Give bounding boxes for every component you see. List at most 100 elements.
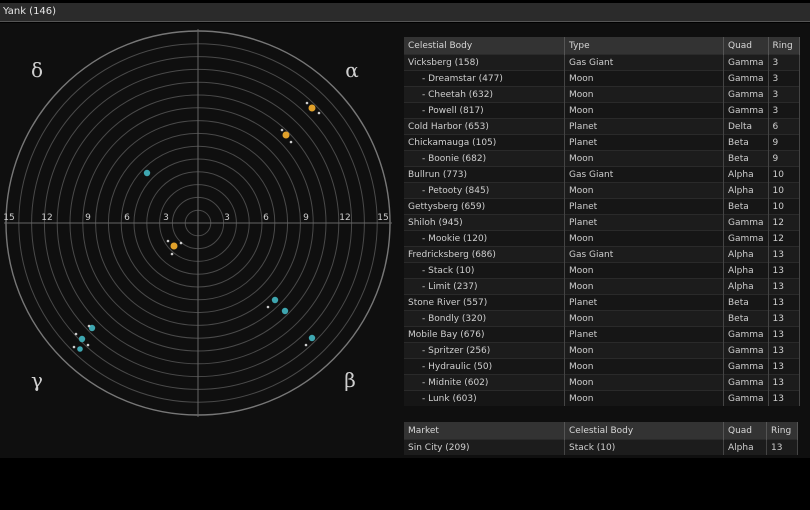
moon-dot[interactable]	[74, 332, 78, 336]
celestial-body-type: Planet	[564, 198, 724, 215]
celestial-body-name: - Limit (237)	[404, 278, 565, 295]
moon-dot[interactable]	[289, 140, 293, 144]
market-row[interactable]: Sin City (209) Stack (10) Alpha 13	[404, 439, 798, 455]
celestial-body-quad: Gamma	[723, 374, 769, 391]
celestial-body-ring: 10	[768, 182, 800, 199]
radar-markers[interactable]	[72, 101, 321, 352]
col-type[interactable]: Type	[564, 37, 724, 55]
celestial-body-table: Celestial Body Type Quad Ring Vicksberg …	[404, 37, 800, 406]
celestial-body-quad: Beta	[723, 310, 769, 327]
celestial-body-row[interactable]: Vicksberg (158) Gas Giant Gamma 3	[404, 54, 800, 71]
celestial-body-row[interactable]: Shiloh (945) Planet Gamma 12	[404, 214, 800, 231]
celestial-body-row[interactable]: - Lunk (603) Moon Gamma 13	[404, 390, 800, 406]
moon-marker[interactable]	[308, 334, 316, 342]
quadrant-gamma-label: γ	[31, 368, 43, 392]
celestial-body-ring: 13	[768, 326, 800, 343]
celestial-body-row[interactable]: - Powell (817) Moon Gamma 3	[404, 102, 800, 119]
celestial-body-ring: 10	[768, 166, 800, 183]
celestial-body-quad: Alpha	[723, 246, 769, 263]
celestial-body-name: - Mookie (120)	[404, 230, 565, 247]
radar-map[interactable]: 15 12 9 6 3 3 6 9 12 15 δ α γ β	[0, 23, 400, 458]
quadrant-beta-label: β	[344, 368, 356, 392]
celestial-body-type: Moon	[564, 278, 724, 295]
moon-dot[interactable]	[317, 111, 321, 115]
celestial-body-row[interactable]: - Bondly (320) Moon Beta 13	[404, 310, 800, 327]
moon-marker[interactable]	[281, 307, 289, 315]
planet-marker[interactable]	[308, 104, 316, 112]
celestial-body-name: - Midnite (602)	[404, 374, 565, 391]
celestial-body-ring: 13	[768, 390, 800, 406]
planet-marker[interactable]	[170, 242, 178, 250]
col-market[interactable]: Market	[404, 422, 565, 440]
window-title: Yank (146)	[3, 6, 57, 17]
celestial-body-row[interactable]: - Boonie (682) Moon Beta 9	[404, 150, 800, 167]
col-market-celestial-body[interactable]: Celestial Body	[564, 422, 724, 440]
celestial-body-ring: 3	[768, 70, 800, 87]
moon-dot[interactable]	[266, 305, 270, 309]
moon-dot[interactable]	[170, 252, 174, 256]
radar-tick-label: 9	[303, 213, 309, 223]
celestial-body-type: Planet	[564, 134, 724, 151]
radar-tick-label: 12	[41, 213, 52, 223]
radar-tick-label: 6	[263, 213, 269, 223]
celestial-body-row[interactable]: Stone River (557) Planet Beta 13	[404, 294, 800, 311]
moon-dot[interactable]	[72, 345, 76, 349]
celestial-body-row[interactable]: Mobile Bay (676) Planet Gamma 13	[404, 326, 800, 343]
celestial-body-type: Moon	[564, 342, 724, 359]
celestial-body-row[interactable]: Cold Harbor (653) Planet Delta 6	[404, 118, 800, 135]
col-quad[interactable]: Quad	[723, 37, 769, 55]
moon-marker[interactable]	[77, 346, 83, 352]
moon-dot[interactable]	[305, 101, 309, 105]
moon-dot[interactable]	[87, 324, 91, 328]
planet-marker[interactable]	[282, 131, 290, 139]
celestial-body-row[interactable]: - Spritzer (256) Moon Gamma 13	[404, 342, 800, 359]
market-ring: 13	[766, 439, 798, 455]
celestial-body-row[interactable]: - Cheetah (632) Moon Gamma 3	[404, 86, 800, 103]
moon-dot[interactable]	[304, 343, 308, 347]
market-quad: Alpha	[723, 439, 767, 455]
celestial-body-row[interactable]: - Dreamstar (477) Moon Gamma 3	[404, 70, 800, 87]
celestial-body-ring: 13	[768, 278, 800, 295]
market-table: Market Celestial Body Quad Ring Sin City…	[404, 422, 798, 455]
celestial-body-name: Stone River (557)	[404, 294, 565, 311]
celestial-body-row[interactable]: - Hydraulic (50) Moon Gamma 13	[404, 358, 800, 375]
moon-marker[interactable]	[271, 296, 279, 304]
celestial-body-type: Moon	[564, 102, 724, 119]
col-celestial-body[interactable]: Celestial Body	[404, 37, 565, 55]
col-market-quad[interactable]: Quad	[723, 422, 767, 440]
celestial-body-ring: 13	[768, 294, 800, 311]
col-ring[interactable]: Ring	[768, 37, 800, 55]
celestial-body-ring: 9	[768, 150, 800, 167]
celestial-body-row[interactable]: Fredricksberg (686) Gas Giant Alpha 13	[404, 246, 800, 263]
moon-dot[interactable]	[166, 239, 170, 243]
celestial-body-row[interactable]: - Mookie (120) Moon Gamma 12	[404, 230, 800, 247]
celestial-body-type: Planet	[564, 326, 724, 343]
celestial-body-row[interactable]: Chickamauga (105) Planet Beta 9	[404, 134, 800, 151]
moon-dot[interactable]	[280, 128, 284, 132]
celestial-body-type: Planet	[564, 294, 724, 311]
moon-dot[interactable]	[179, 241, 183, 245]
moon-marker[interactable]	[78, 335, 86, 343]
celestial-body-type: Moon	[564, 150, 724, 167]
celestial-body-type: Moon	[564, 182, 724, 199]
radar-tick-label: 15	[3, 213, 14, 223]
celestial-body-type: Moon	[564, 390, 724, 406]
celestial-body-row[interactable]: - Midnite (602) Moon Gamma 13	[404, 374, 800, 391]
celestial-body-row[interactable]: - Stack (10) Moon Alpha 13	[404, 262, 800, 279]
celestial-body-type: Planet	[564, 118, 724, 135]
col-market-ring[interactable]: Ring	[766, 422, 798, 440]
celestial-body-ring: 13	[768, 310, 800, 327]
celestial-body-row[interactable]: Gettysberg (659) Planet Beta 10	[404, 198, 800, 215]
moon-dot[interactable]	[86, 343, 90, 347]
celestial-body-row[interactable]: - Limit (237) Moon Alpha 13	[404, 278, 800, 295]
celestial-body-row[interactable]: Bullrun (773) Gas Giant Alpha 10	[404, 166, 800, 183]
celestial-body-quad: Gamma	[723, 342, 769, 359]
celestial-body-row[interactable]: - Petooty (845) Moon Alpha 10	[404, 182, 800, 199]
celestial-body-quad: Gamma	[723, 54, 769, 71]
celestial-body-name: Bullrun (773)	[404, 166, 565, 183]
celestial-body-quad: Beta	[723, 294, 769, 311]
moon-marker[interactable]	[143, 169, 151, 177]
celestial-body-ring: 3	[768, 54, 800, 71]
system-panel: 15 12 9 6 3 3 6 9 12 15 δ α γ β Celestial Body Ty…	[0, 23, 810, 458]
celestial-body-name: Shiloh (945)	[404, 214, 565, 231]
